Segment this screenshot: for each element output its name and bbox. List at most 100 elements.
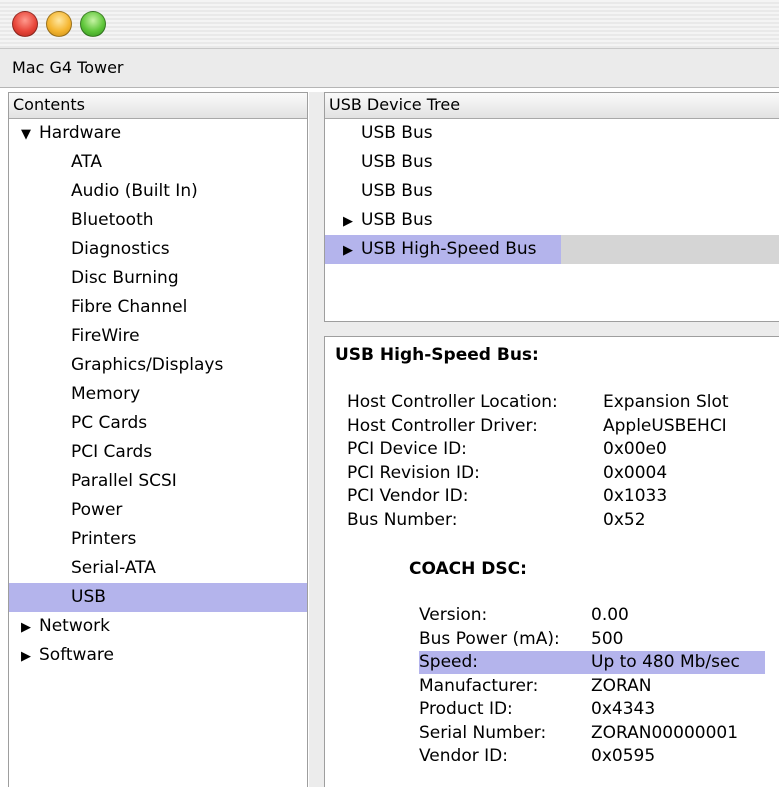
sidebar-item-label: Printers xyxy=(71,529,137,549)
property-row: Vendor ID: 0x0595 xyxy=(419,745,765,768)
property-value: Expansion Slot xyxy=(603,392,729,412)
sidebar-item-label: Network xyxy=(39,616,110,636)
sidebar-item-pc-cards[interactable]: PC Cards xyxy=(9,409,307,438)
property-key: Vendor ID: xyxy=(419,746,508,766)
property-row: PCI Vendor ID: 0x1033 xyxy=(347,485,767,508)
sidebar-item-graphics-displays[interactable]: Graphics/Displays xyxy=(9,351,307,380)
usb-device-label: USB Bus xyxy=(361,152,433,172)
close-window-button[interactable] xyxy=(12,11,38,37)
device-row-content: USB Bus xyxy=(361,181,433,201)
device-title: COACH DSC: xyxy=(409,559,527,579)
window-titlebar xyxy=(0,0,779,48)
property-value: AppleUSBEHCI xyxy=(603,415,727,436)
vertical-splitter[interactable] xyxy=(309,92,324,787)
sidebar-item-bluetooth[interactable]: Bluetooth xyxy=(9,206,307,235)
minimize-window-button[interactable] xyxy=(46,11,72,37)
sidebar-item-audio-built-in[interactable]: Audio (Built In) xyxy=(9,177,307,206)
property-value: ZORAN xyxy=(591,675,652,696)
property-row: Bus Power (mA): 500 xyxy=(419,628,765,651)
sidebar-item-label: Power xyxy=(71,500,123,520)
usb-device-label: USB Bus xyxy=(361,181,433,201)
sidebar-item-label: Audio (Built In) xyxy=(71,181,198,201)
sidebar-item-power[interactable]: Power xyxy=(9,496,307,525)
zoom-window-button[interactable] xyxy=(80,11,106,37)
sidebar-item-ata[interactable]: ATA xyxy=(9,148,307,177)
property-value: 0x0004 xyxy=(603,462,668,483)
sidebar-item-pci-cards[interactable]: PCI Cards xyxy=(9,438,307,467)
property-value: 0x4343 xyxy=(591,699,656,719)
property-value: 500 xyxy=(591,628,624,649)
sidebar-item-label: PCI Cards xyxy=(71,442,153,462)
usb-device-row[interactable]: USB Bus xyxy=(325,148,779,177)
selected-device-highlight: ▶ USB High-Speed Bus xyxy=(325,235,561,264)
sidebar-item-label: Memory xyxy=(71,384,141,404)
sidebar-item-label: USB xyxy=(71,587,106,607)
sidebar-item-memory[interactable]: Memory xyxy=(9,380,307,409)
property-row: Serial Number: ZORAN00000001 xyxy=(419,722,765,745)
property-row: Bus Number: 0x52 xyxy=(347,509,767,532)
sidebar-item-software[interactable]: ▶ Software xyxy=(9,641,307,670)
sidebar-item-label: PC Cards xyxy=(71,413,148,433)
property-key: PCI Vendor ID: xyxy=(347,486,469,506)
sidebar-item-network[interactable]: ▶ Network xyxy=(9,612,307,641)
sidebar-item-hardware[interactable]: ▼ Hardware xyxy=(9,119,307,148)
usb-device-label: USB Bus xyxy=(361,210,433,230)
sidebar-item-label: Diagnostics xyxy=(71,239,170,259)
property-key: Serial Number: xyxy=(419,722,547,743)
property-key: Version: xyxy=(419,605,488,625)
usb-device-tree: USB Device Tree USB Bus USB Bus USB Bus ▶ US… xyxy=(324,92,779,322)
sidebar-item-usb[interactable]: USB xyxy=(9,583,307,612)
horizontal-splitter[interactable] xyxy=(324,322,779,336)
sidebar-item-parallel-scsi[interactable]: Parallel SCSI xyxy=(9,467,307,496)
property-row: PCI Revision ID: 0x0004 xyxy=(347,462,767,485)
sidebar-item-firewire[interactable]: FireWire xyxy=(9,322,307,351)
disclosure-triangle-down-icon[interactable]: ▼ xyxy=(21,120,39,149)
sidebar-item-diagnostics[interactable]: Diagnostics xyxy=(9,235,307,264)
disclosure-triangle-right-icon[interactable]: ▶ xyxy=(343,207,361,236)
property-key: Speed: xyxy=(419,652,479,672)
property-row: Host Controller Driver: AppleUSBEHCI xyxy=(347,415,767,438)
sidebar-item-label: Serial-ATA xyxy=(71,558,156,578)
property-key: Manufacturer: xyxy=(419,675,539,696)
toolbar: Mac G4 Tower xyxy=(0,48,779,88)
property-key: PCI Revision ID: xyxy=(347,462,480,483)
sidebar-item-label: Bluetooth xyxy=(71,210,154,230)
property-row: Host Controller Location: Expansion Slot xyxy=(347,391,767,414)
disclosure-triangle-right-icon[interactable]: ▶ xyxy=(21,613,39,642)
detail-title: USB High-Speed Bus: xyxy=(335,345,539,365)
disclosure-triangle-right-icon[interactable]: ▶ xyxy=(21,642,39,671)
sidebar-item-label: Hardware xyxy=(39,123,122,143)
sidebar-item-fibre-channel[interactable]: Fibre Channel xyxy=(9,293,307,322)
sidebar-item-label: Graphics/Displays xyxy=(71,355,224,375)
property-row: Version: 0.00 xyxy=(419,604,765,627)
usb-device-tree-header[interactable]: USB Device Tree xyxy=(325,93,779,119)
property-value: ZORAN00000001 xyxy=(591,722,739,743)
contents-header[interactable]: Contents xyxy=(9,93,307,119)
device-row-content: USB Bus xyxy=(361,123,433,143)
property-key: Bus Number: xyxy=(347,509,458,530)
usb-device-label: USB High-Speed Bus xyxy=(361,239,537,259)
usb-device-row[interactable]: USB Bus xyxy=(325,119,779,148)
disclosure-triangle-right-icon[interactable]: ▶ xyxy=(343,236,361,265)
sidebar-item-printers[interactable]: Printers xyxy=(9,525,307,554)
property-value: 0x52 xyxy=(603,509,646,530)
sidebar-item-label: ATA xyxy=(71,152,103,172)
sidebar-item-label: Software xyxy=(39,645,114,665)
sidebar-item-serial-ata[interactable]: Serial-ATA xyxy=(9,554,307,583)
usb-device-list: USB Bus USB Bus USB Bus ▶ USB Bus ▶ USB High-S… xyxy=(325,119,779,264)
usb-device-row[interactable]: ▶ USB Bus xyxy=(325,206,779,235)
property-row: Speed: Up to 480 Mb/sec xyxy=(419,651,765,674)
usb-device-row[interactable]: USB Bus xyxy=(325,177,779,206)
sidebar-item-label: FireWire xyxy=(71,326,140,346)
sidebar-item-disc-burning[interactable]: Disc Burning xyxy=(9,264,307,293)
property-key: Host Controller Location: xyxy=(347,392,558,412)
property-row: Manufacturer: ZORAN xyxy=(419,675,765,698)
property-key: Host Controller Driver: xyxy=(347,415,538,436)
property-value: 0x00e0 xyxy=(603,439,667,459)
property-value: 0x0595 xyxy=(591,746,656,766)
property-value: Up to 480 Mb/sec xyxy=(591,652,740,672)
sidebar-item-label: Parallel SCSI xyxy=(71,471,177,491)
property-key: PCI Device ID: xyxy=(347,439,467,459)
usb-device-row[interactable]: ▶ USB High-Speed Bus xyxy=(325,235,779,264)
device-row-content: ▶ USB Bus xyxy=(343,210,433,230)
